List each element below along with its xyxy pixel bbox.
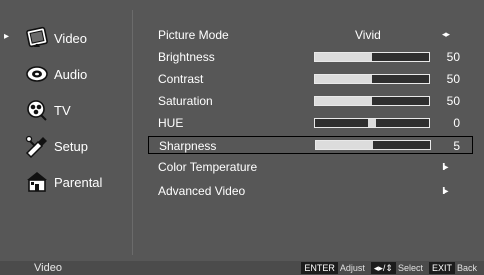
- adjust-hint: Adjust: [339, 263, 365, 273]
- footer-title: Video: [34, 262, 62, 274]
- contrast-slider[interactable]: [314, 74, 430, 84]
- hue-slider[interactable]: [314, 118, 430, 128]
- slider-fill: [315, 53, 372, 61]
- enter-submenu-icon[interactable]: II▸: [442, 186, 448, 197]
- saturation-value: 50: [446, 94, 460, 108]
- sharpness-value: 5: [453, 139, 460, 153]
- hue-value: 0: [453, 116, 460, 130]
- color-temperature-row[interactable]: Color Temperature II▸: [148, 158, 474, 176]
- sidebar-item-tv[interactable]: TV: [20, 96, 132, 124]
- brightness-label: Brightness: [158, 50, 215, 64]
- hue-row[interactable]: HUE 0: [148, 114, 474, 132]
- tv-icon: [24, 97, 50, 123]
- sidebar-item-label: Video: [54, 30, 88, 46]
- audio-icon: [24, 61, 50, 87]
- osd-menu-screen: ▸ Video Audio TV Setup Parental Picture …: [0, 0, 484, 275]
- picture-mode-value[interactable]: Vivid: [355, 28, 381, 42]
- sidebar-item-parental[interactable]: Parental: [20, 168, 132, 196]
- contrast-row[interactable]: Contrast 50: [148, 70, 474, 88]
- sidebar-item-label: Audio: [54, 66, 88, 82]
- selection-pointer-icon: ▸: [4, 31, 10, 42]
- select-hint: Select: [397, 263, 423, 273]
- parental-icon: [24, 169, 50, 195]
- slider-marker[interactable]: [368, 119, 376, 127]
- contrast-value: 50: [446, 72, 460, 86]
- saturation-label: Saturation: [158, 94, 213, 108]
- advanced-video-label: Advanced Video: [158, 184, 246, 198]
- slider-fill: [315, 97, 372, 105]
- sidebar-item-setup[interactable]: Setup: [20, 132, 132, 160]
- enter-submenu-icon[interactable]: II▸: [442, 162, 448, 173]
- sidebar-item-video[interactable]: ▸ Video: [4, 24, 132, 52]
- footer-bar: Video ENTER Adjust ◂▸/⇕ Select EXIT Back: [0, 261, 484, 275]
- sidebar-item-audio[interactable]: Audio: [20, 60, 132, 88]
- sidebar-item-label: TV: [54, 102, 71, 118]
- sidebar-item-label: Parental: [54, 174, 103, 190]
- key-hints: ENTER Adjust ◂▸/⇕ Select EXIT Back: [298, 262, 480, 274]
- picture-mode-label: Picture Mode: [158, 28, 229, 42]
- enter-key-badge: ENTER: [301, 262, 338, 274]
- slider-fill: [316, 141, 373, 149]
- setup-icon: [24, 133, 50, 159]
- slider-fill: [315, 75, 372, 83]
- navigation-keys-icon: ◂▸/⇕: [370, 262, 396, 274]
- brightness-value: 50: [446, 50, 460, 64]
- back-hint: Back: [456, 263, 477, 273]
- brightness-slider[interactable]: [314, 52, 430, 62]
- picture-mode-row[interactable]: Picture Mode Vivid ◂▸: [148, 26, 474, 44]
- exit-key-badge: EXIT: [428, 262, 455, 274]
- saturation-slider[interactable]: [314, 96, 430, 106]
- saturation-row[interactable]: Saturation 50: [148, 92, 474, 110]
- left-right-arrows-icon[interactable]: ◂▸: [442, 29, 450, 40]
- video-icon: [24, 25, 50, 51]
- contrast-label: Contrast: [158, 72, 204, 86]
- sharpness-row[interactable]: Sharpness 5: [148, 136, 473, 154]
- sidebar: ▸ Video Audio TV Setup Parental: [0, 10, 133, 255]
- advanced-video-row[interactable]: Advanced Video II▸: [148, 182, 474, 200]
- brightness-row[interactable]: Brightness 50: [148, 48, 474, 66]
- color-temperature-label: Color Temperature: [158, 160, 258, 174]
- sidebar-item-label: Setup: [54, 138, 88, 154]
- sharpness-label: Sharpness: [159, 139, 217, 153]
- hue-label: HUE: [158, 116, 184, 130]
- sharpness-slider[interactable]: [315, 140, 431, 150]
